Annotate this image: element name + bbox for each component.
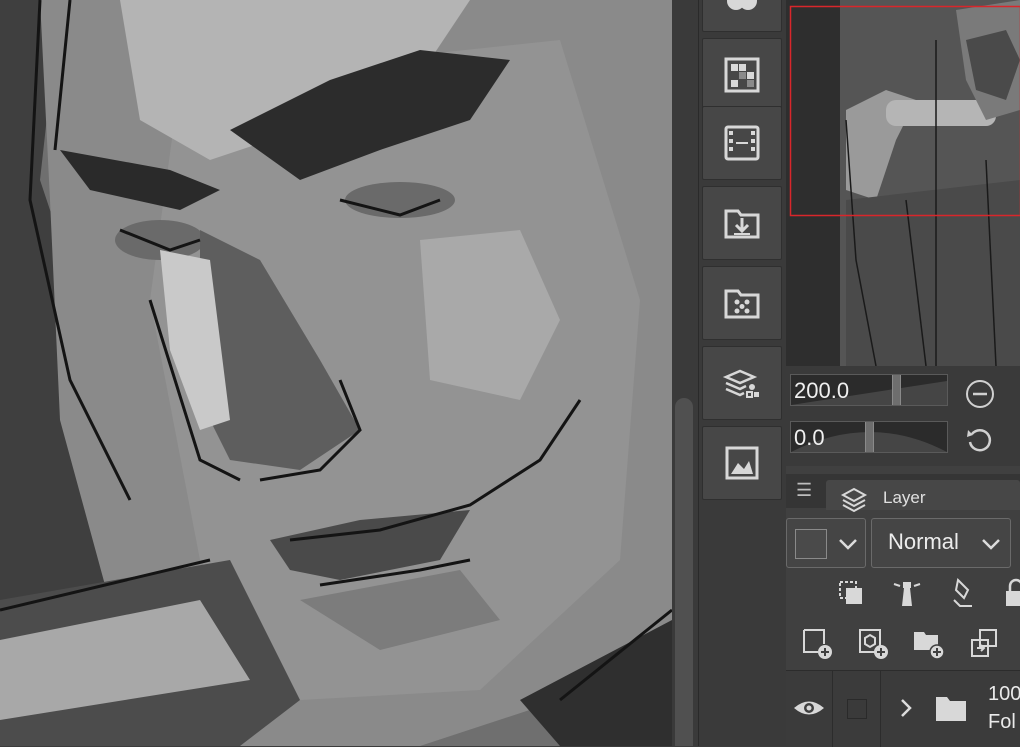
color-set-icon[interactable] bbox=[702, 38, 782, 112]
canvas-vertical-scrollbar[interactable] bbox=[672, 0, 698, 746]
layer-opacity: 100 bbox=[988, 683, 1020, 706]
rotation-slider[interactable]: 0.0 bbox=[790, 421, 948, 453]
color-circle-icon[interactable] bbox=[702, 0, 782, 32]
navigator-thumbnail bbox=[786, 0, 1020, 366]
chevron-down-icon bbox=[837, 533, 859, 555]
artwork-illustration bbox=[0, 0, 672, 746]
panel-menu-icon[interactable]: ☰ bbox=[796, 480, 812, 501]
layer-color-swatch bbox=[795, 529, 827, 559]
rotation-value: 0.0 bbox=[794, 425, 825, 451]
new-layer-folder-icon[interactable] bbox=[912, 626, 946, 660]
scrollbar-thumb[interactable] bbox=[675, 398, 693, 746]
material-folder-icon[interactable] bbox=[702, 266, 782, 340]
draft-layer-icon[interactable] bbox=[946, 576, 980, 610]
lock-layer-icon[interactable] bbox=[1000, 576, 1020, 610]
blend-mode-value: Normal bbox=[888, 529, 959, 555]
reference-layer-icon[interactable] bbox=[890, 576, 924, 610]
navigator-controls: 200.0 0.0 bbox=[786, 366, 1020, 466]
transfer-to-layer-icon[interactable] bbox=[968, 626, 1002, 660]
eye-visibility-icon[interactable] bbox=[792, 695, 826, 721]
clip-to-layer-below-icon[interactable] bbox=[834, 576, 868, 610]
layer-name: Fol bbox=[988, 711, 1016, 734]
tab-layer-label: Layer bbox=[883, 488, 926, 508]
layer-property-icon[interactable] bbox=[702, 346, 782, 420]
chevron-down-icon bbox=[980, 533, 1002, 555]
palette-toolstrip bbox=[698, 0, 787, 746]
tab-layer[interactable]: Layer bbox=[826, 480, 1020, 510]
zoom-out-icon[interactable] bbox=[964, 378, 996, 410]
folder-icon bbox=[934, 693, 968, 723]
chevron-right-icon[interactable] bbox=[896, 697, 916, 719]
layer-edit-checkbox[interactable] bbox=[847, 699, 867, 719]
zoom-slider[interactable]: 200.0 bbox=[790, 374, 948, 406]
layer-panel: ☰ Layer Normal bbox=[786, 466, 1020, 746]
panel-tab-bar: ☰ Layer bbox=[786, 474, 1020, 508]
rotation-slider-knob[interactable] bbox=[865, 421, 874, 453]
zoom-slider-knob[interactable] bbox=[892, 374, 901, 406]
drawing-canvas[interactable] bbox=[0, 0, 672, 746]
navigator-preview[interactable] bbox=[786, 0, 1020, 366]
import-material-icon[interactable] bbox=[702, 186, 782, 260]
zoom-value: 200.0 bbox=[794, 378, 849, 404]
layer-list-row[interactable]: 100 Fol bbox=[786, 670, 1020, 747]
blend-mode-dropdown[interactable]: Normal bbox=[871, 518, 1011, 568]
reset-rotation-icon[interactable] bbox=[964, 424, 996, 456]
layers-icon bbox=[840, 485, 868, 513]
new-raster-layer-icon[interactable] bbox=[800, 626, 834, 660]
animation-timeline-icon[interactable] bbox=[702, 106, 782, 180]
image-preview-icon[interactable] bbox=[702, 426, 782, 500]
layer-color-dropdown[interactable] bbox=[786, 518, 866, 568]
new-vector-layer-icon[interactable] bbox=[856, 626, 890, 660]
